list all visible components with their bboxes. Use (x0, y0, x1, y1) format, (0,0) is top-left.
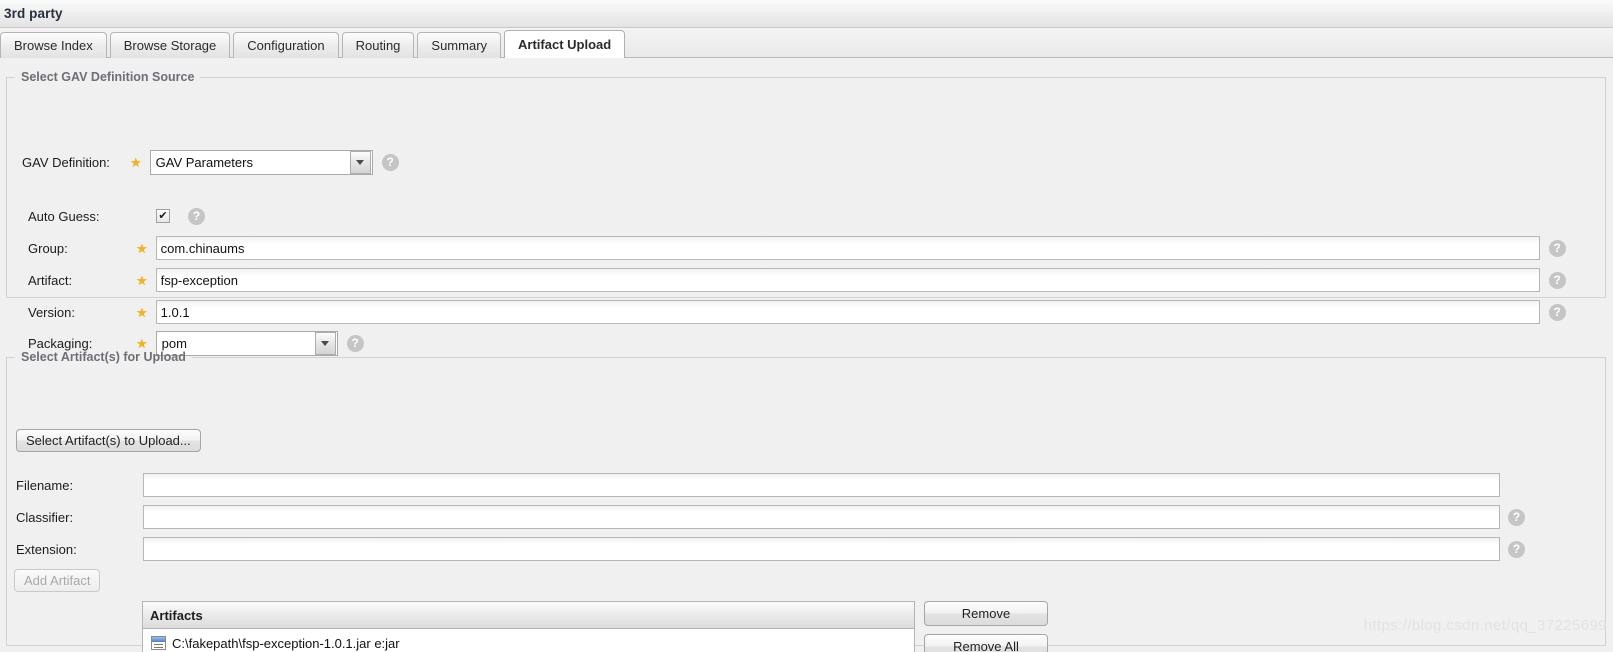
version-label: Version: (28, 304, 75, 320)
app-header: 3rd party (0, 0, 1613, 28)
tab-browse-index[interactable]: Browse Index (0, 32, 107, 58)
required-star-icon: ★ (136, 240, 148, 256)
extension-input[interactable] (143, 537, 1500, 561)
help-icon-packaging[interactable]: ? (346, 334, 364, 352)
required-star-icon: ★ (130, 154, 142, 170)
auto-guess-label: Auto Guess: (28, 208, 100, 224)
artifact-input[interactable] (155, 268, 1540, 292)
content-area: Select GAV Definition Source GAV Definit… (0, 58, 1613, 652)
tab-summary[interactable]: Summary (417, 32, 502, 58)
artifact-row: Artifact: ★ ? (22, 267, 1582, 293)
classifier-input[interactable] (143, 505, 1500, 529)
help-icon-artifact[interactable]: ? (1548, 271, 1566, 289)
version-row: Version: ★ ? (22, 299, 1582, 325)
remove-button[interactable]: Remove (924, 601, 1048, 626)
help-icon-extension[interactable]: ? (1508, 540, 1525, 558)
filename-input[interactable] (143, 473, 1500, 497)
gav-definition-label: GAV Definition: (22, 154, 110, 170)
artifacts-table-header: Artifacts (143, 602, 914, 629)
group-label: Group: (28, 240, 68, 256)
required-star-icon: ★ (136, 335, 148, 351)
classifier-row: Classifier: ? (16, 504, 1596, 530)
filename-label: Filename: (16, 477, 74, 493)
remove-all-button[interactable]: Remove All (924, 634, 1048, 652)
gav-definition-select[interactable]: GAV Parameters (149, 149, 373, 175)
page-title: 3rd party (4, 6, 63, 21)
select-artifacts-to-upload-button[interactable]: Select Artifact(s) to Upload... (16, 429, 201, 452)
chevron-down-icon[interactable] (349, 150, 371, 174)
gav-panel-legend: Select GAV Definition Source (21, 70, 195, 84)
gav-definition-row: GAV Definition: ★ GAV Parameters ? (22, 149, 422, 175)
extension-label: Extension: (16, 541, 77, 557)
version-input[interactable] (155, 300, 1540, 324)
artifact-filename: C:\fakepath\fsp-exception-1.0.1.jar e:ja… (172, 635, 400, 651)
extension-row: Extension: ? (16, 536, 1596, 562)
group-input[interactable] (155, 236, 1540, 260)
artifacts-table-body: C:\fakepath\fsp-exception-1.0.1.jar e:ja… (143, 629, 914, 652)
tab-routing[interactable]: Routing (341, 32, 415, 58)
auto-guess-checkbox[interactable] (156, 209, 170, 223)
tab-configuration[interactable]: Configuration (233, 32, 339, 58)
help-icon-gav-definition[interactable]: ? (381, 153, 399, 171)
add-artifact-button[interactable]: Add Artifact (14, 569, 101, 592)
classifier-label: Classifier: (16, 509, 74, 525)
gav-definition-panel: Select GAV Definition Source (6, 70, 1606, 298)
artifact-label: Artifact: (28, 272, 73, 288)
auto-guess-row: Auto Guess: ? (22, 205, 322, 227)
tab-browse-storage[interactable]: Browse Storage (109, 32, 231, 58)
help-icon-version[interactable]: ? (1548, 303, 1566, 321)
help-icon-auto-guess[interactable]: ? (188, 207, 205, 225)
file-icon (151, 636, 166, 650)
required-star-icon: ★ (136, 272, 148, 288)
help-icon-group[interactable]: ? (1548, 239, 1566, 257)
filename-row: Filename: (16, 472, 1576, 498)
group-row: Group: ★ ? (22, 235, 1582, 261)
packaging-label: Packaging: (28, 335, 93, 351)
tab-artifact-upload[interactable]: Artifact Upload (504, 30, 626, 58)
watermark: https://blog.csdn.net/qq_37225699 (1363, 617, 1607, 634)
artifacts-table: Artifacts C:\fakepath\fsp-exception-1.0.… (142, 601, 915, 652)
packaging-value: pom (161, 335, 187, 351)
tab-bar: Browse Index Browse Storage Configuratio… (0, 28, 1613, 58)
gav-definition-value: GAV Parameters (155, 154, 253, 170)
upload-panel-legend: Select Artifact(s) for Upload (21, 350, 186, 364)
help-icon-classifier[interactable]: ? (1508, 508, 1525, 526)
required-star-icon: ★ (136, 304, 148, 320)
table-row[interactable]: C:\fakepath\fsp-exception-1.0.1.jar e:ja… (143, 633, 914, 652)
